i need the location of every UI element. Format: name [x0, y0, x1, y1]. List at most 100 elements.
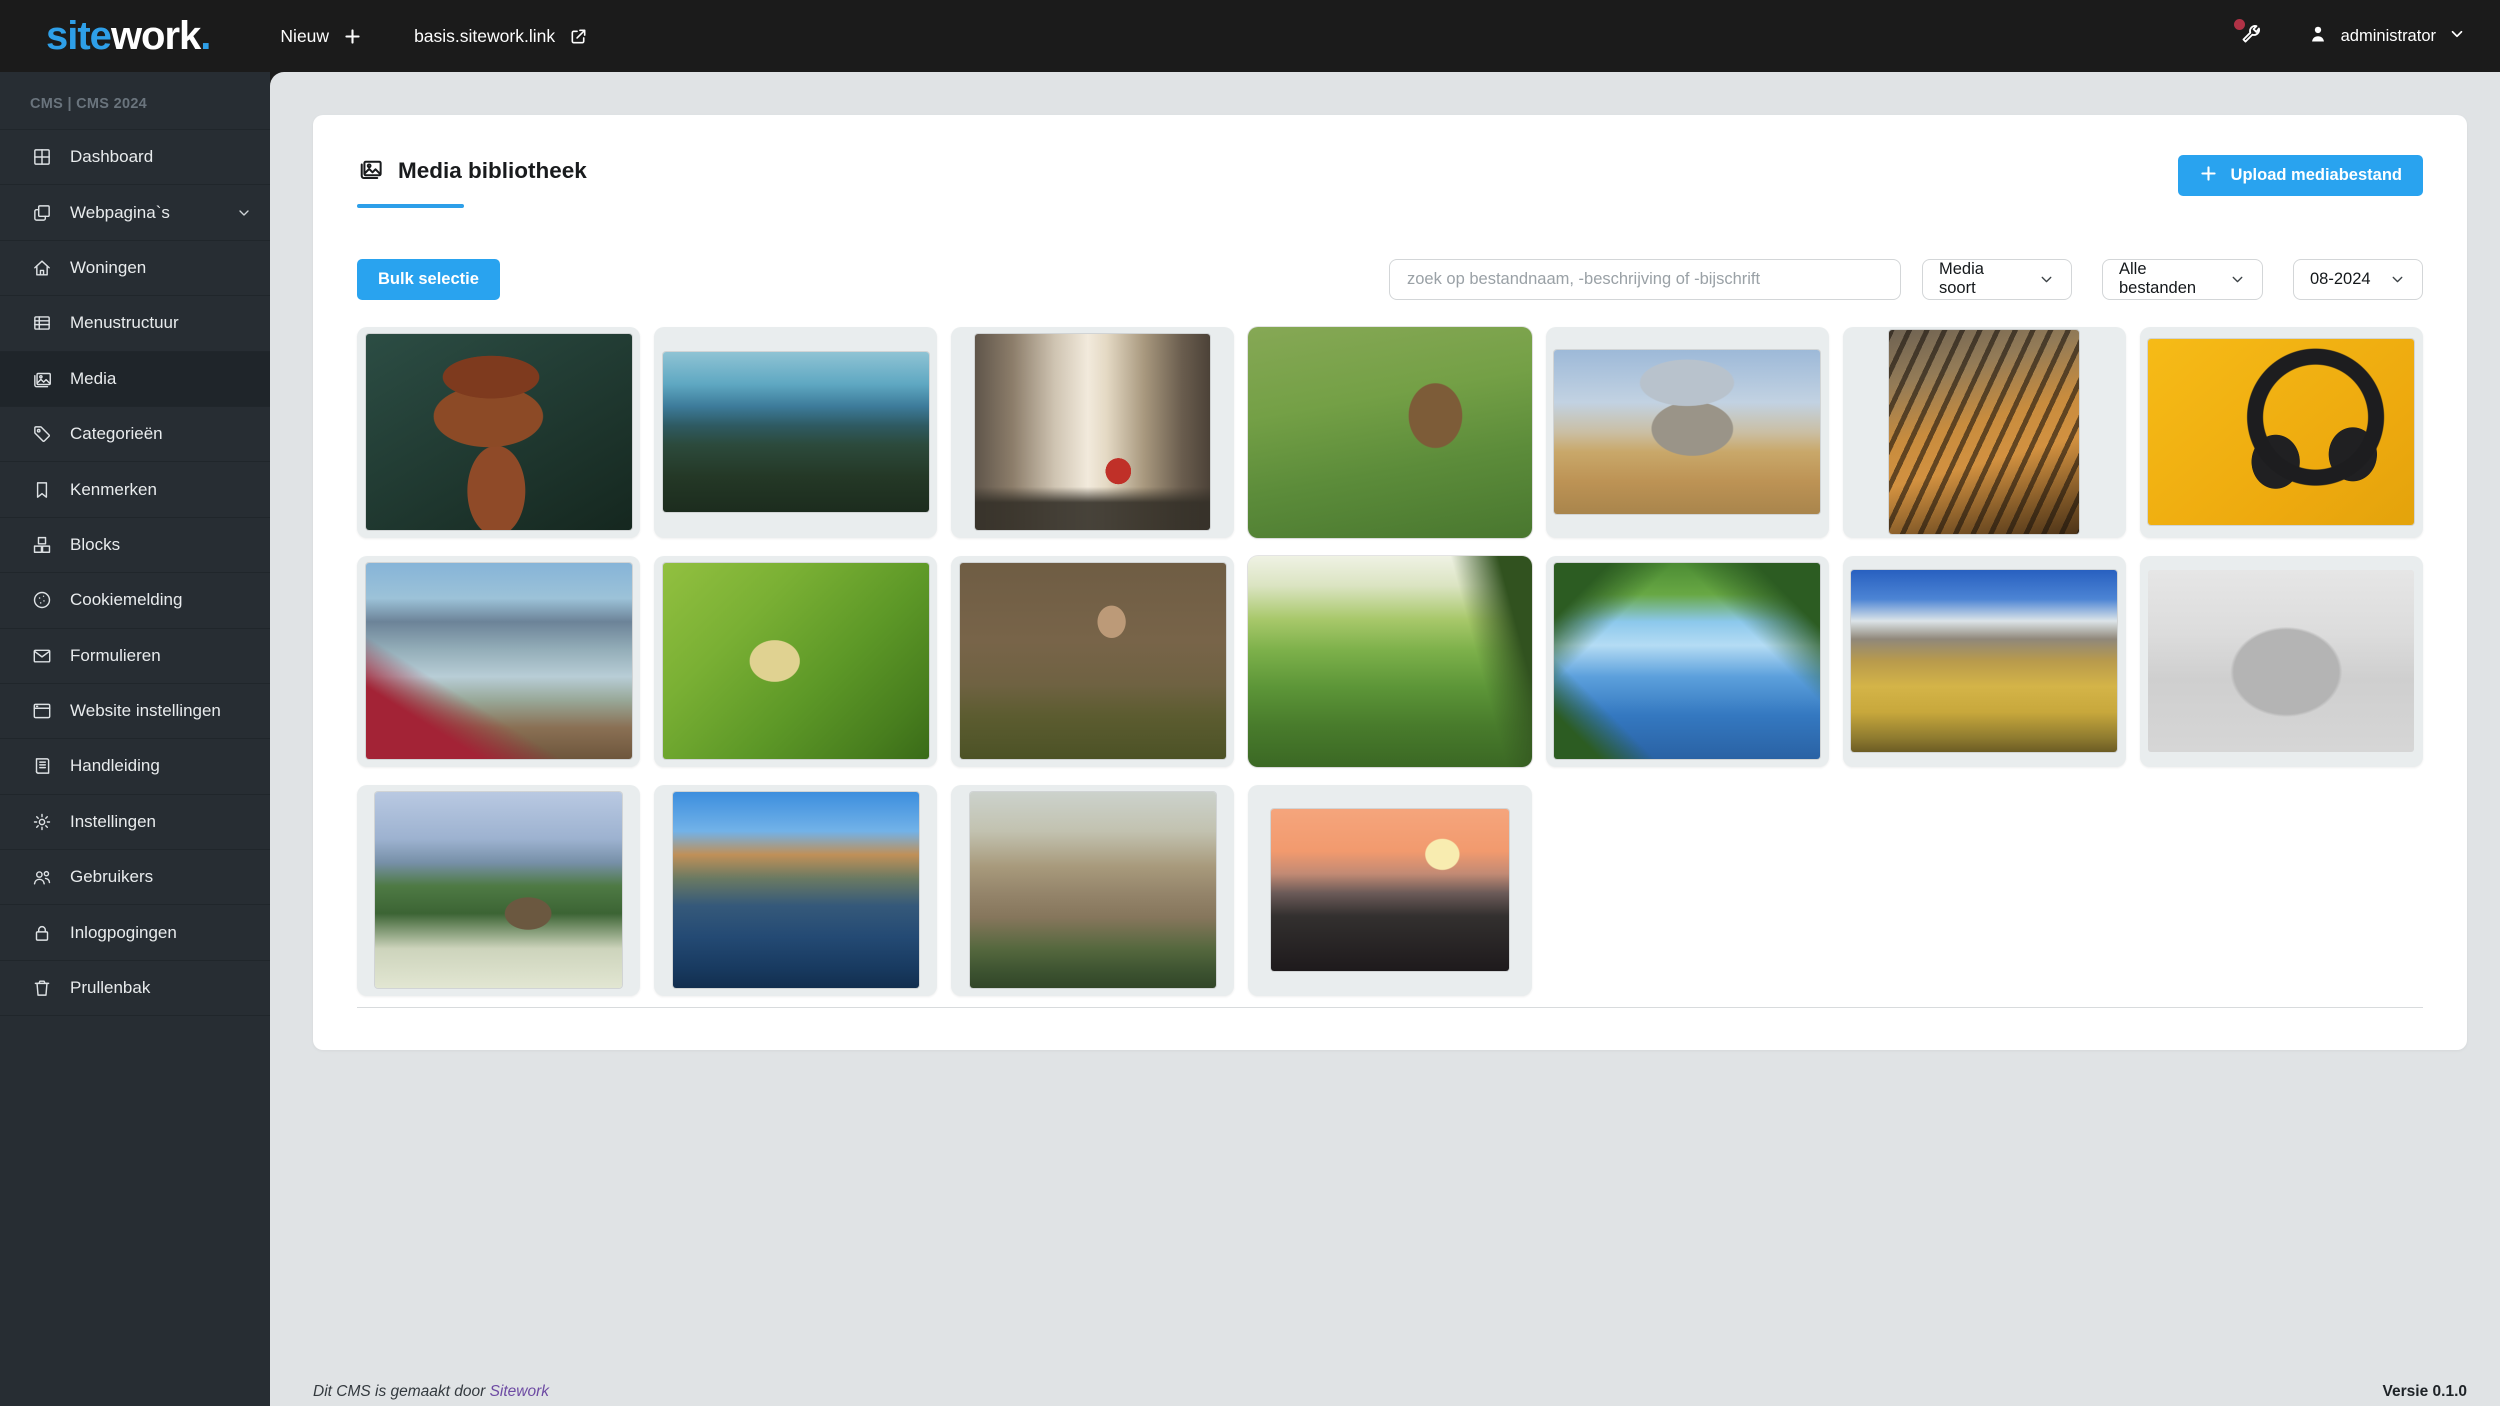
external-link-icon: [569, 27, 588, 46]
chevron-down-icon: [2038, 271, 2055, 288]
media-thumbnail: [2148, 339, 2414, 525]
sidebar-item-website-instellingen[interactable]: Website instellingen: [0, 684, 270, 739]
notification-dot: [2234, 19, 2245, 30]
dashboard-icon: [30, 145, 54, 169]
sidebar-item-instellingen[interactable]: Instellingen: [0, 795, 270, 850]
media-thumbnail: [1889, 330, 2079, 535]
wrench-icon: [2239, 33, 2263, 50]
version-label: Versie 0.1.0: [2383, 1383, 2467, 1401]
gear-icon: [30, 810, 54, 834]
sidebar: CMS | CMS 2024 DashboardWebpagina`sWonin…: [0, 72, 270, 1406]
user-menu[interactable]: administrator: [2307, 23, 2466, 50]
chevron-down-icon: [2448, 25, 2466, 48]
sidebar-item-prullenbak[interactable]: Prullenbak: [0, 961, 270, 1016]
sidebar-item-dashboard[interactable]: Dashboard: [0, 130, 270, 185]
site-link[interactable]: basis.sitework.link: [414, 26, 588, 47]
sidebar-item-blocks[interactable]: Blocks: [0, 518, 270, 573]
media-thumbnail: [2148, 570, 2414, 751]
sidebar-item-cookiemelding[interactable]: Cookiemelding: [0, 573, 270, 628]
envelope-icon: [30, 644, 54, 668]
sidebar-item-inlogpogingen[interactable]: Inlogpogingen: [0, 905, 270, 960]
upload-button-label: Upload mediabestand: [2231, 166, 2402, 185]
media-thumbnail: [663, 352, 929, 512]
sidebar-item-woningen[interactable]: Woningen: [0, 241, 270, 296]
card-header: Media bibliotheek Upload mediabestand: [357, 155, 2423, 208]
media-item-river-wooden-boat[interactable]: [1546, 556, 1829, 767]
bulk-select-button[interactable]: Bulk selectie: [357, 259, 500, 300]
media-item-deer-in-grass[interactable]: [1248, 327, 1531, 538]
trash-icon: [30, 976, 54, 1000]
sidebar-item-menustructuur[interactable]: Menustructuur: [0, 296, 270, 351]
sidebar-item-formulieren[interactable]: Formulieren: [0, 629, 270, 684]
media-item-dog-with-knitted-hat[interactable]: [357, 327, 640, 538]
media-item-headphones-yellow[interactable]: [2140, 327, 2423, 538]
sidebar-item-gebruikers[interactable]: Gebruikers: [0, 850, 270, 905]
media-thumbnail: [1248, 327, 1531, 538]
users-icon: [30, 865, 54, 889]
media-library-card: Media bibliotheek Upload mediabestand Bu…: [313, 115, 2467, 1050]
home-icon: [30, 256, 54, 280]
sidebar-item-categorie-n[interactable]: Categorieën: [0, 407, 270, 462]
media-item-misty-mountain-valley[interactable]: [951, 785, 1234, 996]
upload-media-button[interactable]: Upload mediabestand: [2178, 155, 2423, 196]
media-icon: [30, 367, 54, 391]
filter-month[interactable]: 08-2024: [2293, 259, 2423, 300]
card-divider: [357, 1007, 2423, 1008]
user-icon: [2307, 23, 2329, 50]
sidebar-item-kenmerken[interactable]: Kenmerken: [0, 462, 270, 517]
media-thumbnail: [1248, 556, 1531, 767]
filter-media-type[interactable]: Media soort: [1922, 259, 2072, 300]
blocks-icon: [30, 533, 54, 557]
media-item-forest-lake-mountains[interactable]: [654, 327, 937, 538]
bulk-button-label: Bulk selectie: [378, 270, 479, 289]
media-item-grayscale-mountains-placeholder[interactable]: [2140, 556, 2423, 767]
tag-icon: [30, 422, 54, 446]
sidebar-item-webpagina-s[interactable]: Webpagina`s: [0, 185, 270, 240]
media-thumbnail: [960, 563, 1226, 759]
footer: Dit CMS is gemaakt door Sitework Versie …: [313, 1383, 2467, 1401]
tools-button[interactable]: [2239, 22, 2263, 51]
media-item-tiger-on-log[interactable]: [1843, 327, 2126, 538]
media-item-red-canoes-mountain-lake[interactable]: [357, 556, 640, 767]
media-thumbnail: [1851, 570, 2117, 751]
media-item-safari-animals-kilimanjaro[interactable]: [1546, 327, 1829, 538]
topbar: sitework. Nieuw basis.sitework.link admi…: [0, 0, 2500, 72]
sitework-link[interactable]: Sitework: [490, 1383, 549, 1400]
browser-icon: [30, 699, 54, 723]
sitework-logo[interactable]: sitework.: [46, 14, 210, 59]
menu-structure-icon: [30, 311, 54, 335]
media-item-autumn-aspens-mountains[interactable]: [1843, 556, 2126, 767]
logo-dot: .: [200, 14, 210, 58]
book-icon: [30, 754, 54, 778]
media-item-london-street-red-bus[interactable]: [951, 327, 1234, 538]
bookmark-icon: [30, 478, 54, 502]
cookie-icon: [30, 588, 54, 612]
topbar-nav: Nieuw basis.sitework.link: [280, 26, 588, 47]
search-input[interactable]: [1389, 259, 1901, 300]
media-thumbnail: [1554, 563, 1820, 759]
media-thumbnail: [1271, 809, 1509, 971]
title-underline: [357, 204, 464, 208]
chevron-down-icon: [2389, 271, 2406, 288]
plus-icon: [2199, 164, 2218, 188]
nieuw-menu[interactable]: Nieuw: [280, 26, 362, 47]
media-item-mountain-lake-reflection[interactable]: [654, 785, 937, 996]
credit-text: Dit CMS is gemaakt door: [313, 1383, 490, 1400]
filter-file-type[interactable]: Alle bestanden: [2102, 259, 2263, 300]
chevron-down-icon: [236, 205, 252, 221]
media-item-alpine-meadow-hut[interactable]: [357, 785, 640, 996]
filters-group: Media soort Alle bestanden 08-2024: [1389, 259, 2423, 300]
footer-credit: Dit CMS is gemaakt door Sitework: [313, 1383, 549, 1401]
media-thumbnail: [366, 334, 632, 530]
sidebar-menu: DashboardWebpagina`sWoningenMenustructuu…: [0, 129, 270, 1016]
sidebar-item-handleiding[interactable]: Handleiding: [0, 739, 270, 794]
sidebar-item-media[interactable]: Media: [0, 352, 270, 407]
chevron-down-icon: [2229, 271, 2246, 288]
media-item-bird-on-pine-top[interactable]: [951, 556, 1234, 767]
sidebar-section-label: CMS | CMS 2024: [0, 72, 270, 129]
site-link-label: basis.sitework.link: [414, 26, 555, 47]
nieuw-label: Nieuw: [280, 26, 329, 47]
media-item-green-field-path-sunset[interactable]: [1248, 556, 1531, 767]
media-item-sunset-over-mountains[interactable]: [1248, 785, 1531, 996]
media-item-bird-in-green-leaves[interactable]: [654, 556, 937, 767]
